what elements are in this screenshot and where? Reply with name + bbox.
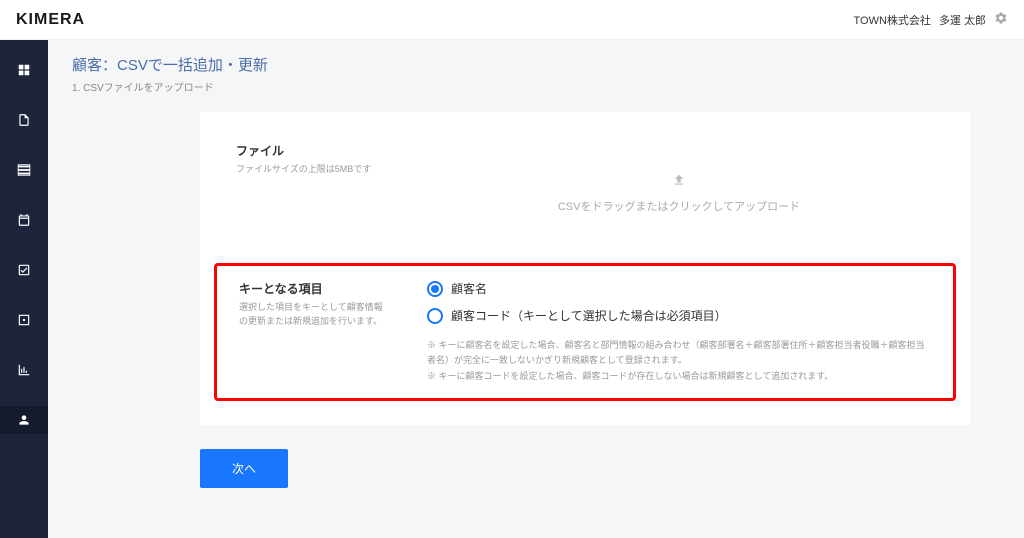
main: 顧客：CSVで一括追加・更新 1. CSVファイルをアップロード ファイル ファ… bbox=[48, 40, 1024, 538]
file-help: ファイルサイズの上限は5MBです bbox=[236, 163, 388, 177]
sidebar-item-dashboard[interactable] bbox=[0, 56, 48, 84]
key-label: キーとなる項目 bbox=[239, 280, 391, 297]
gear-icon[interactable] bbox=[994, 11, 1008, 28]
radio-icon bbox=[427, 281, 443, 297]
sidebar-item-calendar[interactable] bbox=[0, 206, 48, 234]
upload-text: CSVをドラッグまたはクリックしてアップロード bbox=[558, 201, 800, 213]
sidebar-item-chart[interactable] bbox=[0, 356, 48, 384]
page-title: 顧客：CSVで一括追加・更新 bbox=[72, 54, 1024, 75]
radio-label: 顧客名 bbox=[451, 280, 487, 297]
sidebar-item-box[interactable] bbox=[0, 306, 48, 334]
sidebar-item-check[interactable] bbox=[0, 256, 48, 284]
sidebar-item-document[interactable] bbox=[0, 106, 48, 134]
user-name: 多運 太郎 bbox=[939, 12, 986, 28]
key-radio-group: 顧客名 顧客コード（キーとして選択した場合は必須項目） bbox=[427, 280, 931, 324]
file-label: ファイル bbox=[236, 142, 388, 159]
sidebar-item-person[interactable] bbox=[0, 406, 48, 434]
file-row: ファイル ファイルサイズの上限は5MBです CSVをドラッグまたはクリックしてア… bbox=[236, 142, 934, 235]
radio-icon bbox=[427, 308, 443, 324]
radio-customer-name[interactable]: 顧客名 bbox=[427, 280, 931, 297]
topbar: KIMERA TOWN株式会社 多運 太郎 bbox=[0, 0, 1024, 40]
form-card: ファイル ファイルサイズの上限は5MBです CSVをドラッグまたはクリックしてア… bbox=[200, 112, 970, 425]
company-name: TOWN株式会社 bbox=[854, 12, 931, 28]
key-note-1: ※ キーに顧客名を設定した場合、顧客名と部門情報の組み合わせ（顧客部署名＋顧客部… bbox=[427, 338, 931, 369]
upload-dropzone[interactable]: CSVをドラッグまたはクリックしてアップロード bbox=[424, 142, 934, 235]
top-right: TOWN株式会社 多運 太郎 bbox=[854, 11, 1008, 28]
next-button[interactable]: 次へ bbox=[200, 449, 288, 488]
key-note-2: ※ キーに顧客コードを設定した場合、顧客コードが存在しない場合は新規顧客として追… bbox=[427, 369, 931, 384]
page-subtitle: 1. CSVファイルをアップロード bbox=[72, 79, 1024, 94]
sidebar-item-list[interactable] bbox=[0, 156, 48, 184]
logo: KIMERA bbox=[16, 11, 85, 29]
key-field-highlight: キーとなる項目 選択した項目をキーとして顧客情報の更新または新規追加を行います。… bbox=[214, 263, 956, 401]
upload-icon bbox=[437, 173, 921, 190]
sidebar bbox=[0, 40, 48, 538]
radio-label: 顧客コード（キーとして選択した場合は必須項目） bbox=[451, 307, 727, 324]
radio-customer-code[interactable]: 顧客コード（キーとして選択した場合は必須項目） bbox=[427, 307, 931, 324]
key-help: 選択した項目をキーとして顧客情報の更新または新規追加を行います。 bbox=[239, 301, 391, 328]
